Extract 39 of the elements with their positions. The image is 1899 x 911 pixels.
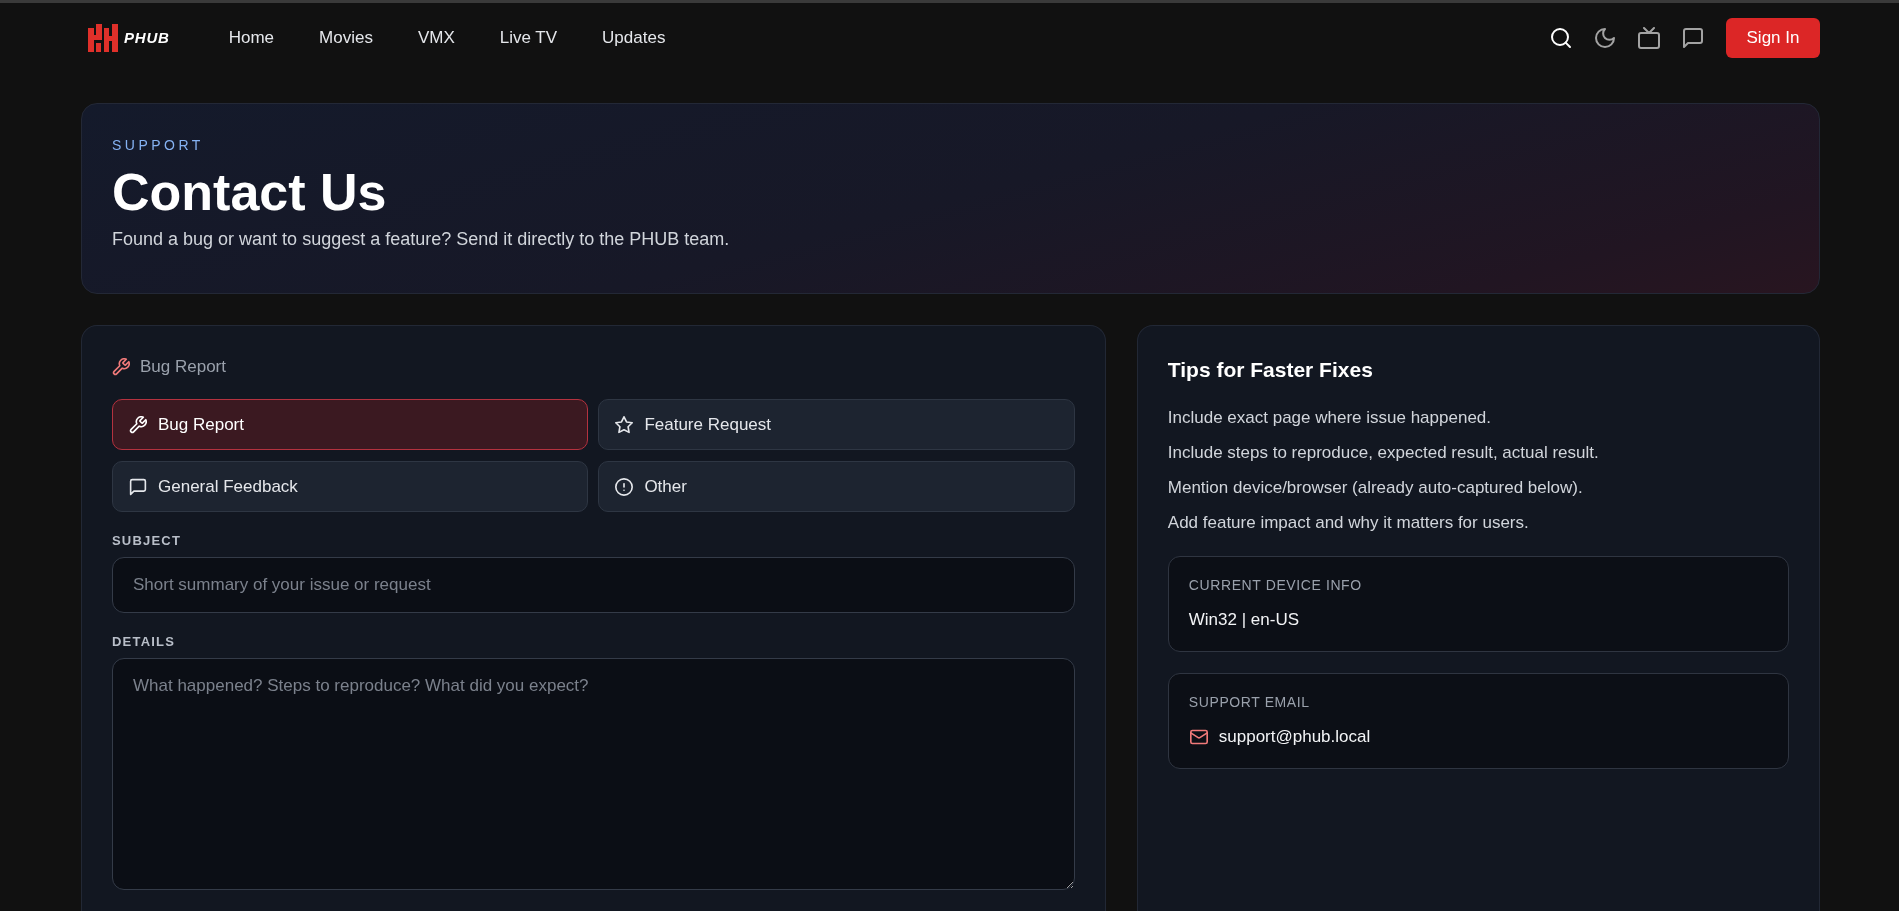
form-heading: Bug Report [140,356,226,378]
field-label: SUBJECT [112,533,183,549]
tip-text: Include steps to reproduce, expected result, actual result. [1167,442,1600,464]
speech-bubble-icon[interactable] [1682,26,1704,49]
logo-icon [87,22,119,53]
tips-title: Tips for Faster Fixes [1167,357,1374,383]
category-button[interactable]: Bug Report [112,399,589,450]
envelope-icon [1188,728,1209,746]
nav-link[interactable]: Home [228,27,275,48]
tv-icon[interactable] [1638,26,1660,49]
nav-link[interactable]: VMX [417,27,455,48]
tip-text: Add feature impact and why it matters for users. [1167,512,1530,534]
speech-bubble-icon [129,477,147,496]
tip-text: Mention device/browser (already auto-captured below). [1167,477,1584,499]
subject-field[interactable]: Short summary of your issue or request [112,557,1075,613]
category-button[interactable]: Other [598,461,1075,512]
nav-link[interactable]: Movies [319,27,373,48]
eyebrow-label: SUPPORT [112,137,205,154]
field-label: DETAILS [112,634,177,650]
email-link[interactable]: support@phub.local [1218,726,1371,748]
star-icon [615,415,634,434]
category-button[interactable]: General Feedback [112,461,589,512]
search-icon[interactable] [1550,26,1572,49]
exclamation-circle-icon [615,477,634,496]
details-field[interactable]: What happened? Steps to reproduce? What did you expect? [112,658,1075,890]
nav-link[interactable]: Live TV [499,27,558,48]
sign-in-button[interactable]: Sign In [1726,17,1820,58]
nav-link[interactable]: Updates [602,27,666,48]
wrench-icon [129,415,147,434]
info-value: Win32 | en-US [1188,609,1301,631]
page-subtitle: Found a bug or want to suggest a feature? Send it directly to the PHUB team. [112,228,731,251]
wrench-icon [112,358,130,376]
info-label: CURRENT DEVICE INFO [1188,576,1363,594]
page-title: Contact Us [112,164,388,221]
logo-text: PHUB [124,29,170,46]
info-label: SUPPORT EMAIL [1188,693,1311,711]
moon-icon[interactable] [1594,26,1616,49]
category-button[interactable]: Feature Request [598,399,1075,450]
tip-text: Include exact page where issue happened. [1167,407,1493,429]
